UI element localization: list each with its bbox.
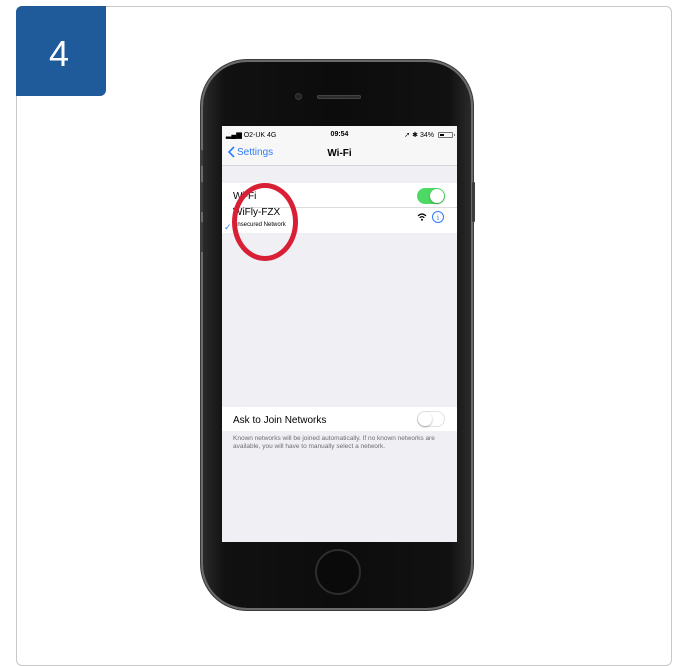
battery-level-fill bbox=[440, 134, 444, 136]
info-icon[interactable]: i bbox=[432, 211, 444, 223]
toggle-knob bbox=[418, 412, 432, 426]
status-right-group: ➚ ✱ 34% bbox=[404, 131, 455, 139]
location-arrow-icon: ➚ bbox=[404, 132, 411, 139]
volume-up-button bbox=[200, 182, 203, 212]
toggle-knob bbox=[430, 189, 444, 203]
highlight-circle bbox=[232, 183, 298, 261]
ask-to-join-description: Known networks will be joined automatica… bbox=[233, 435, 435, 450]
checkmark-icon: ✓ bbox=[224, 222, 232, 232]
ask-to-join-group: Ask to Join Networks bbox=[222, 407, 457, 431]
ask-to-join-toggle[interactable] bbox=[417, 411, 445, 427]
status-bar: ▂▄▆ O2-UK 4G 09:54 ➚ ✱ 34% bbox=[222, 126, 457, 142]
wifi-signal-icon bbox=[417, 213, 427, 221]
battery-icon bbox=[438, 132, 455, 138]
wifi-toggle[interactable] bbox=[417, 188, 445, 204]
battery-percent: 34% bbox=[419, 131, 434, 139]
ask-to-join-label: Ask to Join Networks bbox=[233, 415, 327, 426]
volume-down-button bbox=[200, 222, 203, 252]
step-number-badge: 4 bbox=[16, 6, 106, 96]
power-button bbox=[472, 182, 475, 222]
page-title: Wi-Fi bbox=[327, 148, 352, 159]
home-button[interactable] bbox=[315, 549, 361, 595]
earpiece-speaker bbox=[317, 95, 361, 99]
navigation-bar: Settings Wi-Fi bbox=[222, 142, 457, 166]
bluetooth-icon: ✱ bbox=[412, 132, 418, 139]
mute-switch bbox=[200, 150, 203, 166]
front-camera bbox=[295, 93, 302, 100]
